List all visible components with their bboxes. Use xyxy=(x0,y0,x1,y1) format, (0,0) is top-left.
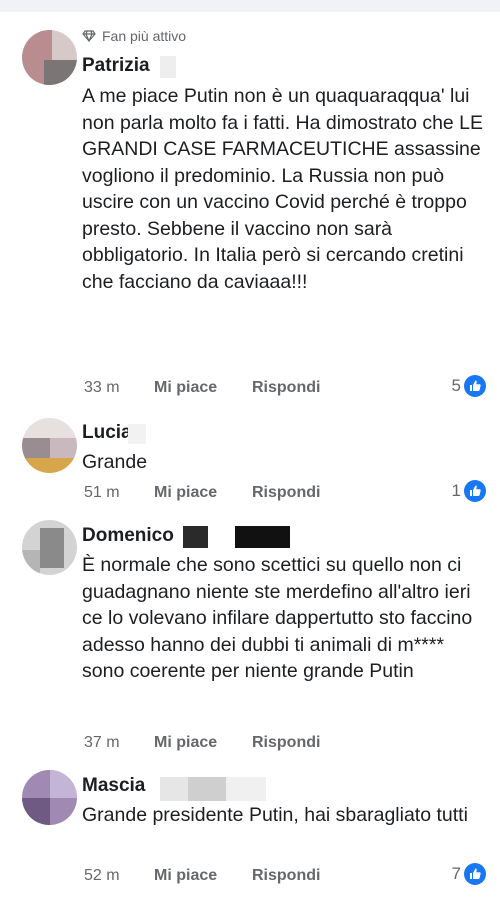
comment-author[interactable]: Patrizia xyxy=(82,55,150,77)
comment-time[interactable]: 51 m xyxy=(84,484,120,502)
avatar[interactable] xyxy=(22,770,77,825)
comment-text: A me piace Putin non è un quaquaraqqua' … xyxy=(82,85,484,293)
diamond-icon xyxy=(82,30,96,43)
reaction-count[interactable]: 1 xyxy=(452,480,486,502)
reaction-number: 1 xyxy=(451,481,461,500)
reaction-count[interactable]: 5 xyxy=(452,375,486,397)
like-thumb-icon xyxy=(464,375,486,397)
comment-time[interactable]: 33 m xyxy=(84,379,120,397)
reply-button[interactable]: Rispondi xyxy=(252,379,320,397)
redaction xyxy=(183,526,208,548)
redaction xyxy=(188,777,226,801)
avatar[interactable] xyxy=(22,520,77,575)
like-button[interactable]: Mi piace xyxy=(154,734,217,752)
comment-author[interactable]: Mascia xyxy=(82,775,145,797)
comment-author[interactable]: Lucia xyxy=(82,422,132,444)
avatar[interactable] xyxy=(22,418,77,473)
comment-text: È normale che sono scettici su quello no… xyxy=(82,554,473,682)
like-button[interactable]: Mi piace xyxy=(154,379,217,397)
comment-text: Grande xyxy=(82,451,148,473)
badge-label: Fan più attivo xyxy=(102,28,187,44)
like-button[interactable]: Mi piace xyxy=(154,484,217,502)
comment-author[interactable]: Domenico xyxy=(82,525,174,547)
like-thumb-icon xyxy=(464,863,486,885)
reaction-number: 5 xyxy=(451,376,461,395)
redaction xyxy=(226,777,266,801)
reply-button[interactable]: Rispondi xyxy=(252,734,320,752)
avatar[interactable] xyxy=(22,30,77,85)
comment-time[interactable]: 37 m xyxy=(84,734,120,752)
comment-text: Grande presidente Putin, hai sbaragliato… xyxy=(82,804,468,826)
reply-button[interactable]: Rispondi xyxy=(252,484,320,502)
redaction xyxy=(128,424,146,444)
top-fan-badge: Fan più attivo xyxy=(82,28,186,44)
redaction xyxy=(160,777,188,801)
redaction xyxy=(160,56,176,78)
like-thumb-icon xyxy=(464,480,486,502)
top-divider xyxy=(0,0,500,12)
reaction-number: 7 xyxy=(451,864,461,883)
like-button[interactable]: Mi piace xyxy=(154,867,217,885)
comment-time[interactable]: 52 m xyxy=(84,867,120,885)
reply-button[interactable]: Rispondi xyxy=(252,867,320,885)
reaction-count[interactable]: 7 xyxy=(452,863,486,885)
redaction xyxy=(235,526,290,548)
